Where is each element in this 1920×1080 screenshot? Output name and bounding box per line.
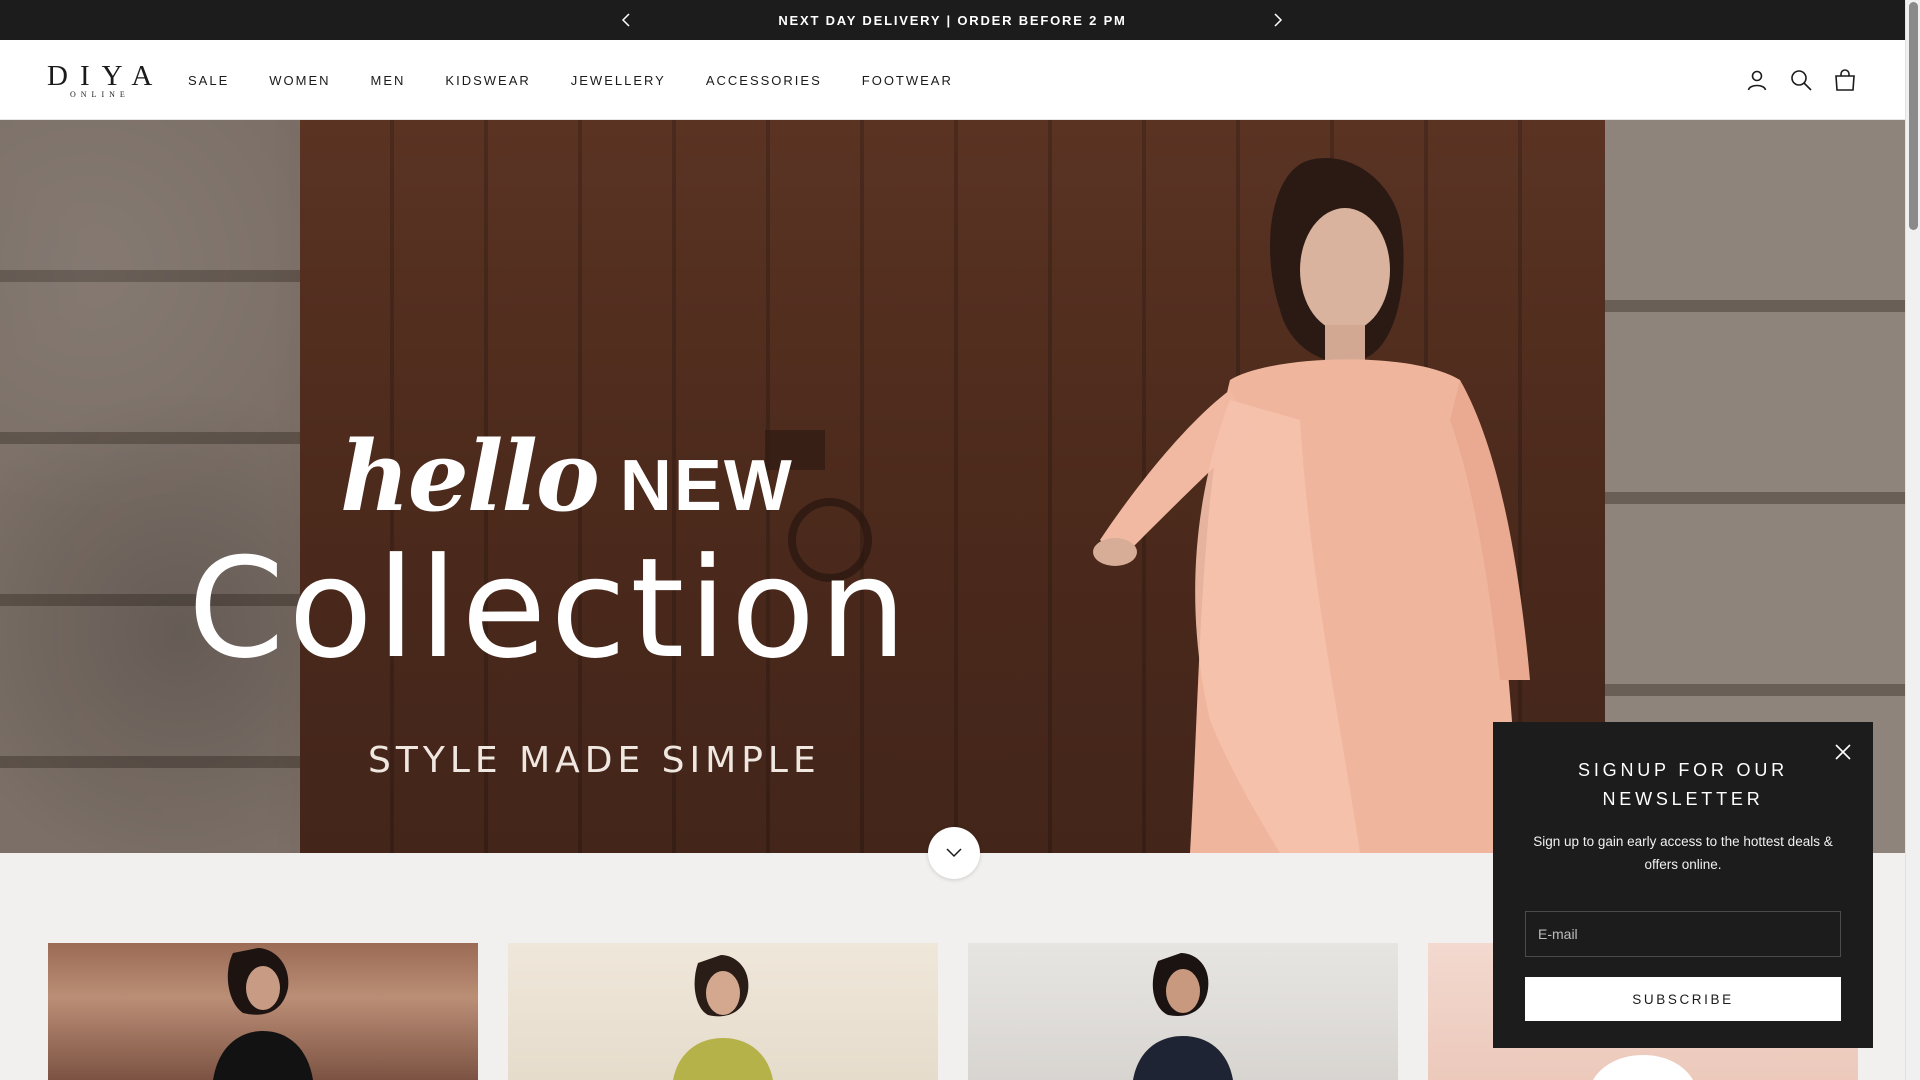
account-icon[interactable] bbox=[1745, 68, 1769, 92]
nav-item-accessories[interactable]: ACCESSORIES bbox=[706, 73, 822, 88]
newsletter-title: SIGNUP FOR OUR NEWSLETTER bbox=[1525, 756, 1841, 814]
hero-hello-text: hello bbox=[340, 420, 600, 533]
main-nav: SALE WOMEN MEN KIDSWEAR JEWELLERY ACCESS… bbox=[188, 40, 993, 120]
logo-sub-text: ONLINE bbox=[70, 90, 130, 99]
nav-item-women[interactable]: WOMEN bbox=[269, 73, 330, 88]
product-image bbox=[1133, 953, 1233, 1080]
close-icon[interactable] bbox=[1831, 740, 1855, 764]
announcement-text: NEXT DAY DELIVERY | ORDER BEFORE 2 PM bbox=[778, 12, 1127, 28]
hero-tagline: STYLE MADE SIMPLE bbox=[368, 740, 821, 781]
nav-item-sale[interactable]: SALE bbox=[188, 73, 229, 88]
scrollbar-thumb[interactable] bbox=[1909, 2, 1918, 230]
chevron-right-icon[interactable] bbox=[1266, 8, 1290, 32]
collection-card[interactable] bbox=[48, 943, 478, 1080]
newsletter-title-line1: SIGNUP FOR OUR bbox=[1578, 760, 1788, 780]
subscribe-button[interactable]: SUBSCRIBE bbox=[1525, 977, 1841, 1021]
search-icon[interactable] bbox=[1789, 68, 1813, 92]
logo[interactable]: DIYA ONLINE bbox=[47, 60, 165, 100]
hero-new-text: NEW bbox=[619, 446, 794, 526]
page: NEXT DAY DELIVERY | ORDER BEFORE 2 PM DI… bbox=[0, 0, 1920, 1080]
collection-card[interactable] bbox=[508, 943, 938, 1080]
newsletter-popup: SIGNUP FOR OUR NEWSLETTER Sign up to gai… bbox=[1493, 722, 1873, 1048]
nav-item-men[interactable]: MEN bbox=[371, 73, 406, 88]
nav-item-jewellery[interactable]: JEWELLERY bbox=[571, 73, 666, 88]
nav-item-kidswear[interactable]: KIDSWEAR bbox=[445, 73, 530, 88]
hero-collection-text: Collection bbox=[188, 528, 911, 689]
logo-main-text: DIYA bbox=[47, 60, 165, 92]
announcement-bar: NEXT DAY DELIVERY | ORDER BEFORE 2 PM bbox=[0, 0, 1905, 40]
chevron-left-icon[interactable] bbox=[614, 8, 638, 32]
hero-headline: hello NEW bbox=[340, 420, 794, 533]
collection-card[interactable] bbox=[968, 943, 1398, 1080]
hero-stone-wall-left bbox=[0, 120, 300, 853]
nav-item-footwear[interactable]: FOOTWEAR bbox=[862, 73, 953, 88]
email-field[interactable] bbox=[1525, 911, 1841, 957]
header-icons bbox=[1745, 68, 1857, 92]
product-image bbox=[213, 948, 313, 1080]
site-header: DIYA ONLINE SALE WOMEN MEN KIDSWEAR JEWE… bbox=[0, 40, 1905, 120]
newsletter-title-line2: NEWSLETTER bbox=[1602, 789, 1764, 809]
scroll-down-button[interactable] bbox=[928, 827, 980, 879]
page-scrollbar[interactable] bbox=[1905, 0, 1920, 1080]
newsletter-description: Sign up to gain early access to the hott… bbox=[1533, 834, 1833, 872]
product-image bbox=[673, 955, 773, 1080]
chevron-down-icon bbox=[946, 848, 962, 858]
bag-icon[interactable] bbox=[1833, 68, 1857, 92]
